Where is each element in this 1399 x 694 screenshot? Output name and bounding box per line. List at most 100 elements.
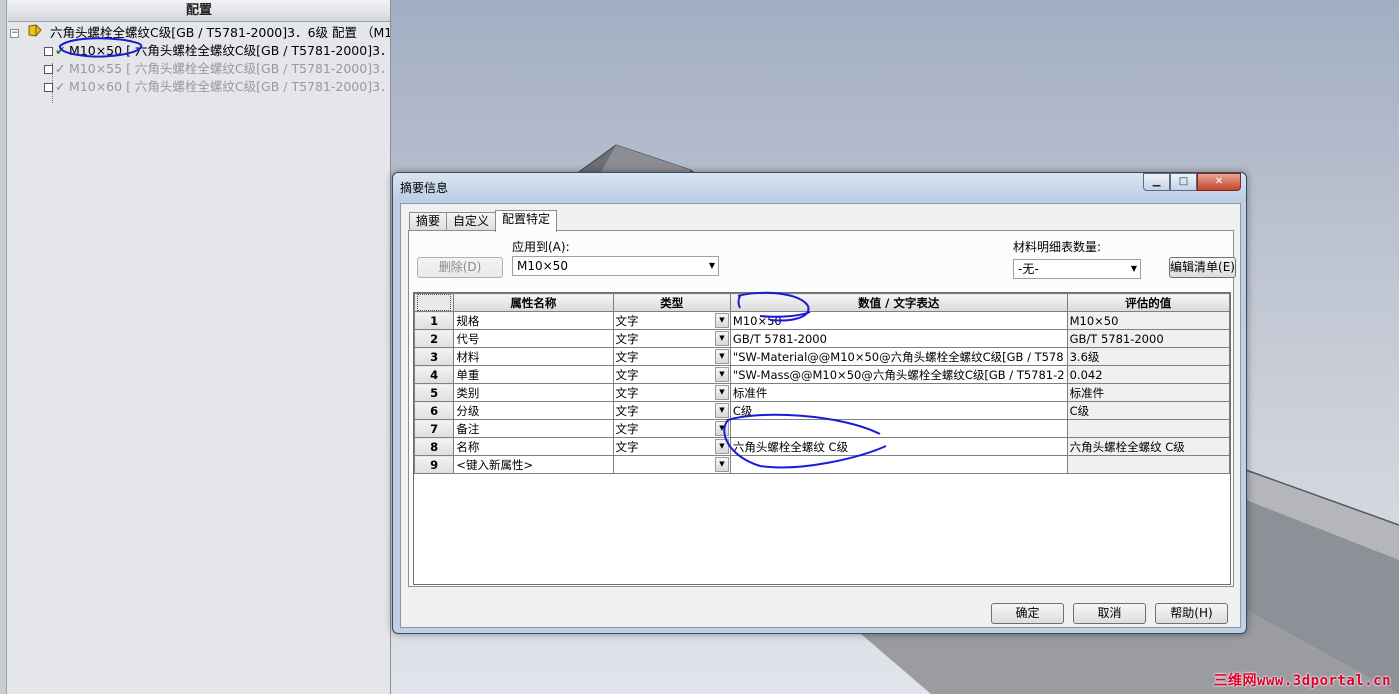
close-button[interactable]: ✕ bbox=[1197, 173, 1241, 191]
row-number[interactable]: 6 bbox=[414, 401, 455, 420]
property-name-cell[interactable]: 材料 bbox=[453, 347, 614, 366]
column-header-property-name[interactable]: 属性名称 bbox=[453, 293, 614, 312]
evaluated-value-cell: GB/T 5781-2000 bbox=[1066, 329, 1230, 348]
ok-button[interactable]: 确定 bbox=[991, 603, 1064, 624]
chevron-down-icon[interactable]: ▼ bbox=[714, 331, 729, 346]
tree-root-node[interactable]: − 六角头螺栓全螺纹C级[GB / T5781-2000]3．6级 配置 （M1… bbox=[10, 24, 390, 42]
minimize-button[interactable]: ▁ bbox=[1143, 173, 1170, 191]
value-cell[interactable]: "SW-Mass@@M10×50@六角头螺栓全螺纹C级[GB / T5781-2 bbox=[729, 365, 1068, 384]
row-number[interactable]: 3 bbox=[414, 347, 455, 366]
apply-to-label: 应用到(A): bbox=[512, 240, 570, 254]
property-name-cell[interactable]: 分级 bbox=[453, 401, 614, 420]
tab-summary[interactable]: 摘要 bbox=[409, 212, 448, 231]
tab-configuration-specific[interactable]: 配置特定 bbox=[495, 210, 558, 232]
chevron-down-icon[interactable]: ▼ bbox=[714, 313, 729, 328]
grid-corner-cell[interactable] bbox=[414, 293, 455, 312]
row-number[interactable]: 1 bbox=[414, 311, 455, 330]
value-cell[interactable] bbox=[729, 419, 1068, 438]
chevron-down-icon[interactable]: ▼ bbox=[714, 421, 729, 436]
type-cell[interactable]: 文字 ▼ bbox=[612, 365, 731, 384]
property-name-cell[interactable]: 单重 bbox=[453, 365, 614, 384]
type-cell[interactable]: 文字 ▼ bbox=[612, 311, 731, 330]
row-number[interactable]: 7 bbox=[414, 419, 455, 438]
table-row[interactable]: 1 规格 文字 ▼ M10×50 M10×50 bbox=[414, 311, 1230, 330]
property-name-cell[interactable]: 名称 bbox=[453, 437, 614, 456]
maximize-button[interactable]: □ bbox=[1170, 173, 1197, 191]
row-number[interactable]: 8 bbox=[414, 437, 455, 456]
table-row[interactable]: 9 <键入新属性> ▼ bbox=[414, 455, 1230, 474]
value-cell[interactable]: 六角头螺栓全螺纹 C级 bbox=[729, 437, 1068, 456]
table-row[interactable]: 8 名称 文字 ▼ 六角头螺栓全螺纹 C级 六角头螺栓全螺纹 C级 bbox=[414, 437, 1230, 456]
type-cell[interactable]: 文字 ▼ bbox=[612, 383, 731, 402]
help-button[interactable]: 帮助(H) bbox=[1155, 603, 1228, 624]
evaluated-value-cell: 3.6级 bbox=[1066, 347, 1230, 366]
row-number[interactable]: 5 bbox=[414, 383, 455, 402]
evaluated-value-cell: 标准件 bbox=[1066, 383, 1230, 402]
property-name-cell[interactable]: 规格 bbox=[453, 311, 614, 330]
value-cell[interactable]: GB/T 5781-2000 bbox=[729, 329, 1068, 348]
table-row[interactable]: 5 类别 文字 ▼ 标准件 标准件 bbox=[414, 383, 1230, 402]
cancel-button[interactable]: 取消 bbox=[1073, 603, 1146, 624]
chevron-down-icon[interactable]: ▼ bbox=[714, 457, 729, 472]
evaluated-value-cell: 0.042 bbox=[1066, 365, 1230, 384]
property-name-cell[interactable]: 代号 bbox=[453, 329, 614, 348]
evaluated-value-cell bbox=[1066, 455, 1230, 474]
apply-to-value: M10×50 bbox=[517, 259, 568, 273]
type-cell[interactable]: ▼ bbox=[612, 455, 731, 474]
property-name-cell[interactable]: <键入新属性> bbox=[453, 455, 614, 474]
evaluated-value-cell: C级 bbox=[1066, 401, 1230, 420]
chevron-down-icon[interactable]: ▼ bbox=[714, 349, 729, 364]
type-cell[interactable]: 文字 ▼ bbox=[612, 347, 731, 366]
active-check-icon: ✔ bbox=[55, 43, 66, 58]
inactive-check-icon: ✓ bbox=[55, 61, 66, 76]
bom-quantity-select[interactable]: -无- ▼ bbox=[1013, 259, 1141, 279]
table-row[interactable]: 4 单重 文字 ▼ "SW-Mass@@M10×50@六角头螺栓全螺纹C级[GB / T… bbox=[414, 365, 1230, 384]
collapse-icon[interactable]: − bbox=[10, 29, 19, 38]
value-cell[interactable]: C级 bbox=[729, 401, 1068, 420]
chevron-down-icon[interactable]: ▼ bbox=[714, 385, 729, 400]
value-cell[interactable] bbox=[729, 455, 1068, 474]
tab-custom[interactable]: 自定义 bbox=[446, 212, 497, 231]
tree-config-item[interactable]: ✔ M10×50 [ 六角头螺栓全螺纹C级[GB / T5781-2000]3．6 bbox=[44, 42, 390, 60]
minimize-icon: ▁ bbox=[1152, 176, 1161, 187]
edit-list-button[interactable]: 编辑清单(E) bbox=[1169, 257, 1236, 278]
table-row[interactable]: 7 备注 文字 ▼ bbox=[414, 419, 1230, 438]
config-desc: [ 六角头螺栓全螺纹C级[GB / T5781-2000]3．6 bbox=[126, 79, 390, 94]
type-cell[interactable]: 文字 ▼ bbox=[612, 329, 731, 348]
column-header-evaluated[interactable]: 评估的值 bbox=[1066, 293, 1230, 312]
column-header-value[interactable]: 数值 / 文字表达 bbox=[729, 293, 1068, 312]
dialog-title: 摘要信息 bbox=[400, 181, 449, 195]
value-cell[interactable]: "SW-Material@@M10×50@六角头螺栓全螺纹C级[GB / T57… bbox=[729, 347, 1068, 366]
type-cell[interactable]: 文字 ▼ bbox=[612, 437, 731, 456]
row-number[interactable]: 9 bbox=[414, 455, 455, 474]
property-name-cell[interactable]: 备注 bbox=[453, 419, 614, 438]
chevron-down-icon: ▼ bbox=[1130, 264, 1137, 273]
configuration-manager-panel: 配置 − 六角头螺栓全螺纹C级[GB / T5781-2000]3．6级 配置 … bbox=[0, 0, 391, 694]
chevron-down-icon[interactable]: ▼ bbox=[714, 403, 729, 418]
chevron-down-icon[interactable]: ▼ bbox=[714, 367, 729, 382]
type-cell[interactable]: 文字 ▼ bbox=[612, 419, 731, 438]
panel-header: 配置 bbox=[8, 0, 390, 22]
row-number[interactable]: 4 bbox=[414, 365, 455, 384]
property-table: 属性名称 类型 数值 / 文字表达 评估的值 1 规格 文字 ▼ M10×50 M10×5… bbox=[414, 293, 1230, 474]
table-row[interactable]: 6 分级 文字 ▼ C级 C级 bbox=[414, 401, 1230, 420]
tab-strip: 摘要 自定义 配置特定 bbox=[409, 210, 558, 232]
delete-button[interactable]: 删除(D) bbox=[417, 257, 503, 278]
value-cell[interactable]: 标准件 bbox=[729, 383, 1068, 402]
value-cell[interactable]: M10×50 bbox=[729, 311, 1068, 330]
property-name-cell[interactable]: 类别 bbox=[453, 383, 614, 402]
bom-quantity-label: 材料明细表数量: bbox=[1013, 240, 1102, 254]
evaluated-value-cell: 六角头螺栓全螺纹 C级 bbox=[1066, 437, 1230, 456]
dialog-titlebar[interactable]: 摘要信息 ▁ □ ✕ bbox=[393, 173, 1246, 201]
tree-config-item[interactable]: ✓ M10×60 [ 六角头螺栓全螺纹C级[GB / T5781-2000]3．6 bbox=[44, 78, 390, 96]
chevron-down-icon[interactable]: ▼ bbox=[714, 439, 729, 454]
row-number[interactable]: 2 bbox=[414, 329, 455, 348]
property-grid[interactable]: 属性名称 类型 数值 / 文字表达 评估的值 1 规格 文字 ▼ M10×50 M10×5… bbox=[413, 292, 1231, 585]
table-row[interactable]: 2 代号 文字 ▼ GB/T 5781-2000 GB/T 5781-2000 bbox=[414, 329, 1230, 348]
close-icon: ✕ bbox=[1214, 176, 1224, 187]
apply-to-select[interactable]: M10×50 ▼ bbox=[512, 256, 719, 276]
type-cell[interactable]: 文字 ▼ bbox=[612, 401, 731, 420]
table-row[interactable]: 3 材料 文字 ▼ "SW-Material@@M10×50@六角头螺栓全螺纹C级[GB… bbox=[414, 347, 1230, 366]
column-header-type[interactable]: 类型 bbox=[612, 293, 731, 312]
tree-config-item[interactable]: ✓ M10×55 [ 六角头螺栓全螺纹C级[GB / T5781-2000]3．6 bbox=[44, 60, 390, 78]
